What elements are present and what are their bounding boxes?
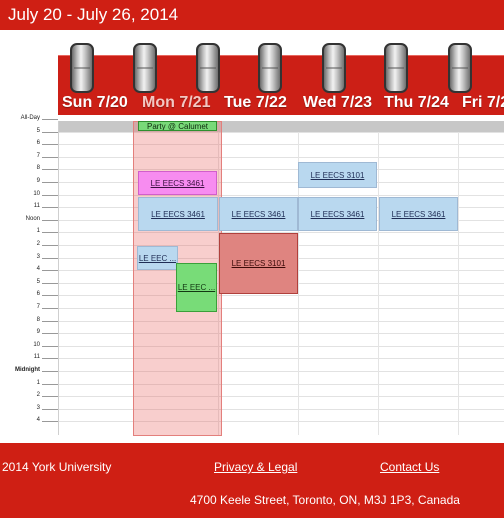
binder-ring-icon bbox=[448, 43, 472, 93]
hour-tick bbox=[42, 282, 58, 284]
event-thu-eecs3461[interactable]: LE EECS 3461 bbox=[379, 197, 458, 231]
event-tue-eecs3461[interactable]: LE EECS 3461 bbox=[219, 197, 298, 231]
hour-tick bbox=[42, 194, 58, 196]
time-label: 4 bbox=[36, 417, 40, 424]
hour-gridline bbox=[58, 156, 504, 158]
day-divider bbox=[458, 121, 459, 435]
hour-gridline bbox=[58, 144, 504, 146]
hour-gridline bbox=[58, 345, 504, 347]
event-party-calumet[interactable]: Party @ Calumet bbox=[138, 121, 217, 131]
time-label: 6 bbox=[36, 140, 40, 147]
hour-tick bbox=[42, 345, 58, 347]
hour-gridline bbox=[58, 333, 504, 335]
event-tue-eecs3101[interactable]: LE EECS 3101 bbox=[219, 233, 298, 294]
site-footer: 2014 York University Privacy & Legal Con… bbox=[0, 443, 504, 518]
time-label: 2 bbox=[36, 392, 40, 399]
hour-tick bbox=[42, 396, 58, 398]
hour-tick bbox=[42, 371, 58, 372]
hour-gridline bbox=[58, 421, 504, 423]
event-mon-eecs3461-pink[interactable]: LE EECS 3461 bbox=[138, 171, 217, 195]
event-mon-eec-short[interactable]: LE EEC ... bbox=[137, 246, 178, 270]
hour-tick bbox=[42, 245, 58, 246]
binder-ring-icon bbox=[133, 43, 157, 93]
binder-ring-icon bbox=[70, 43, 94, 93]
hour-gridline bbox=[58, 182, 504, 183]
hour-gridline bbox=[58, 295, 504, 297]
time-label: 11 bbox=[33, 354, 40, 361]
day-header-fri[interactable]: Fri 7/25 bbox=[462, 94, 504, 112]
binder-ring-icon bbox=[258, 43, 282, 93]
hour-tick bbox=[42, 156, 58, 158]
hour-tick bbox=[42, 383, 58, 385]
day-divider bbox=[378, 121, 379, 435]
time-label: 6 bbox=[36, 291, 40, 298]
time-label: Midnight bbox=[15, 367, 40, 373]
time-label: 7 bbox=[36, 152, 40, 159]
binder-ring-icon bbox=[384, 43, 408, 93]
time-label: 5 bbox=[36, 127, 40, 134]
hour-gridline bbox=[58, 408, 504, 410]
time-label: 8 bbox=[36, 165, 40, 172]
address-text: 4700 Keele Street, Toronto, ON, M3J 1P3,… bbox=[190, 493, 460, 507]
time-label: 5 bbox=[36, 278, 40, 285]
hour-tick bbox=[42, 182, 58, 183]
time-label: 2 bbox=[36, 241, 40, 247]
time-label: 9 bbox=[36, 178, 40, 184]
hour-tick bbox=[42, 408, 58, 410]
time-label: 3 bbox=[36, 404, 40, 411]
time-label: 7 bbox=[36, 304, 40, 310]
hour-gridline bbox=[58, 396, 504, 398]
time-label: 11 bbox=[33, 203, 40, 210]
time-label: 10 bbox=[33, 341, 40, 348]
time-label: 3 bbox=[36, 253, 40, 260]
time-label: All-Day bbox=[20, 115, 40, 121]
time-label: 1 bbox=[36, 379, 40, 386]
event-mon-eecs3461[interactable]: LE EECS 3461 bbox=[138, 197, 218, 231]
day-header-thu[interactable]: Thu 7/24 bbox=[384, 94, 449, 112]
event-wed-eecs3461[interactable]: LE EECS 3461 bbox=[298, 197, 377, 231]
hour-gridline bbox=[58, 383, 504, 385]
hour-gridline bbox=[58, 169, 504, 171]
day-header-tue[interactable]: Tue 7/22 bbox=[224, 94, 287, 112]
privacy-legal-link[interactable]: Privacy & Legal bbox=[214, 460, 297, 474]
hour-tick bbox=[42, 295, 58, 297]
day-header-sun[interactable]: Sun 7/20 bbox=[62, 94, 128, 112]
hour-tick bbox=[42, 232, 58, 234]
hour-gridline bbox=[58, 308, 504, 309]
hour-tick bbox=[42, 119, 58, 120]
time-label: 8 bbox=[36, 316, 40, 323]
binder-ring-icon bbox=[322, 43, 346, 93]
hour-tick bbox=[42, 219, 58, 221]
hour-tick bbox=[42, 169, 58, 171]
hour-gridline bbox=[58, 371, 504, 372]
all-day-row bbox=[59, 121, 504, 132]
hour-gridline bbox=[58, 358, 504, 360]
time-label: 4 bbox=[36, 266, 40, 273]
copyright-text: 2014 York University bbox=[2, 460, 112, 474]
hour-tick bbox=[42, 333, 58, 335]
contact-us-link[interactable]: Contact Us bbox=[380, 460, 439, 474]
hour-tick bbox=[42, 421, 58, 423]
hour-tick bbox=[42, 270, 58, 272]
hour-tick bbox=[42, 131, 58, 133]
hour-tick bbox=[42, 207, 58, 209]
hour-gridline bbox=[58, 320, 504, 322]
week-range-title: July 20 - July 26, 2014 bbox=[0, 0, 504, 30]
event-mon-eec-green[interactable]: LE EEC ... bbox=[176, 263, 217, 312]
hour-tick bbox=[42, 308, 58, 309]
time-label: 1 bbox=[36, 228, 40, 235]
hour-gridline bbox=[58, 194, 504, 196]
hour-tick bbox=[42, 320, 58, 322]
hour-tick bbox=[42, 257, 58, 259]
time-axis-line bbox=[58, 121, 59, 435]
day-header-wed[interactable]: Wed 7/23 bbox=[303, 94, 372, 112]
hour-tick bbox=[42, 144, 58, 146]
time-label: Noon bbox=[25, 215, 40, 222]
hour-tick bbox=[42, 358, 58, 360]
event-wed-eecs3101[interactable]: LE EECS 3101 bbox=[298, 162, 377, 188]
time-label: 9 bbox=[36, 329, 40, 336]
day-header-mon[interactable]: Mon 7/21 bbox=[142, 94, 210, 112]
binder-ring-icon bbox=[196, 43, 220, 93]
time-label: 10 bbox=[33, 190, 40, 197]
